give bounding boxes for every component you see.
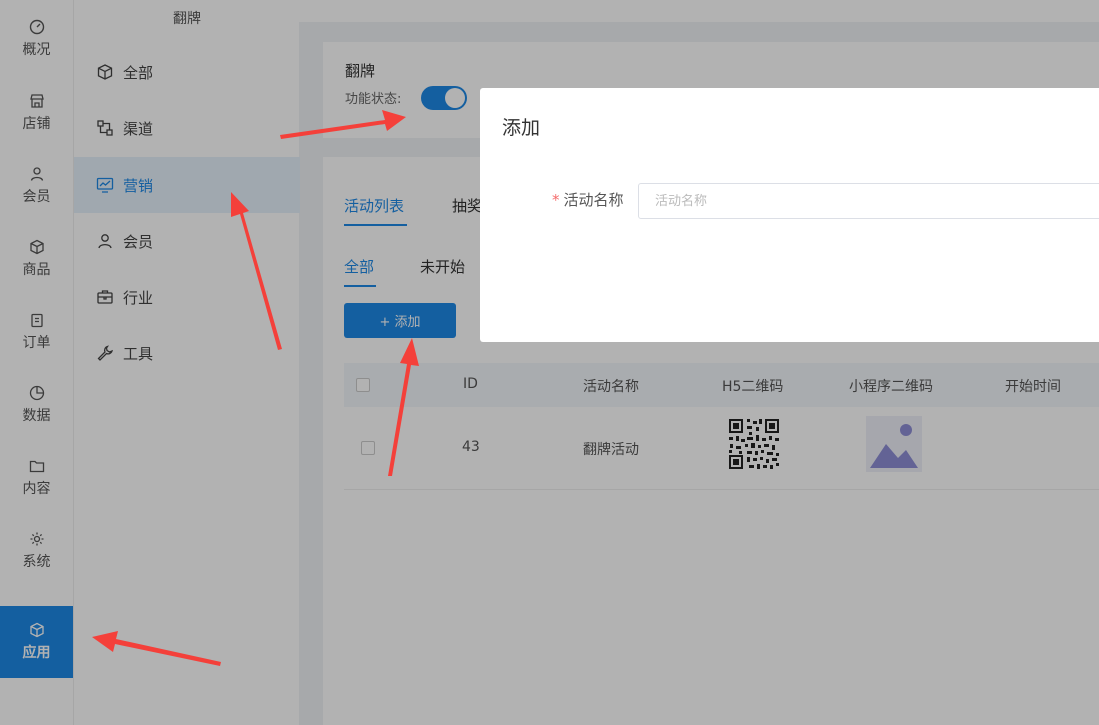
field-label-text: 活动名称 — [563, 191, 624, 209]
add-dialog: 添加 * 活动名称 — [480, 88, 1099, 342]
dialog-title: 添加 — [502, 117, 541, 139]
activity-name-input[interactable] — [638, 183, 1099, 219]
activity-name-label: * 活动名称 — [552, 189, 624, 210]
required-mark: * — [552, 191, 560, 209]
